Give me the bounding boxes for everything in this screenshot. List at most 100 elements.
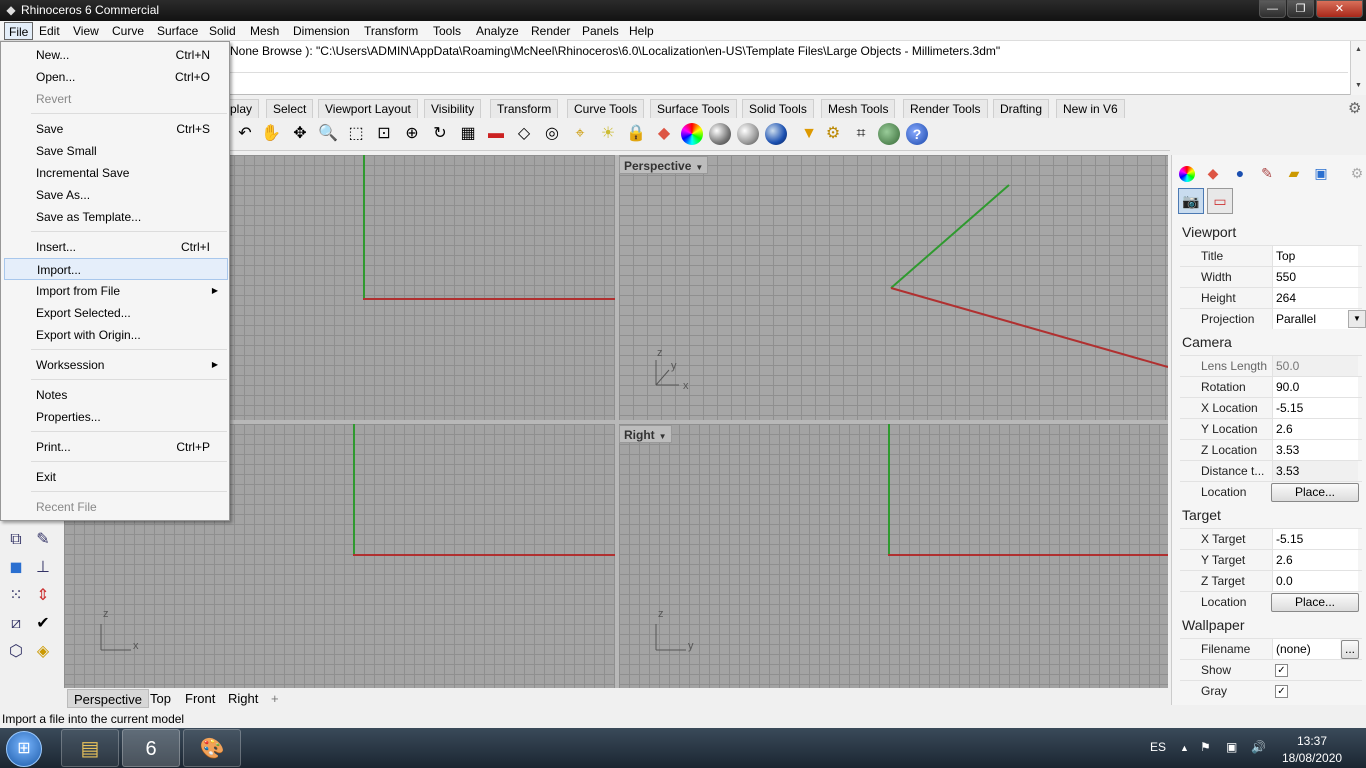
undo-icon[interactable]: ↶ xyxy=(234,123,256,145)
align-icon[interactable]: ⇕ xyxy=(31,584,55,608)
menu-help[interactable]: Help xyxy=(625,22,658,40)
rotate-view-icon[interactable]: ✥ xyxy=(289,123,311,145)
pan-hand-icon[interactable]: ✋ xyxy=(260,123,282,145)
tab-right[interactable]: Right xyxy=(222,689,264,708)
title-field[interactable]: Top xyxy=(1272,246,1358,266)
tab-solid-tools[interactable]: Solid Tools xyxy=(742,99,814,118)
menu-analyze[interactable]: Analyze xyxy=(472,22,523,40)
width-field[interactable]: 550 xyxy=(1272,267,1358,287)
tab-transform[interactable]: Transform xyxy=(490,99,559,118)
filename-field[interactable]: (none) xyxy=(1272,639,1340,659)
menu-mesh[interactable]: Mesh xyxy=(246,22,283,40)
xtarget-field[interactable]: -5.15 xyxy=(1272,529,1358,549)
menu-item-open[interactable]: Open... Ctrl+O xyxy=(4,66,228,88)
scroll-down-icon[interactable]: ▼ xyxy=(1351,77,1366,95)
rhino-taskbar-icon[interactable]: 6 xyxy=(122,729,180,767)
color-icon[interactable] xyxy=(1179,166,1195,182)
camera-place-button[interactable]: Place... xyxy=(1271,483,1359,502)
menu-item-save-as[interactable]: Save As... xyxy=(4,184,228,206)
start-button[interactable]: ⊞ xyxy=(6,731,42,767)
language-indicator[interactable]: ES xyxy=(1150,740,1166,754)
menu-render[interactable]: Render xyxy=(527,22,574,40)
menu-item-properties[interactable]: Properties... xyxy=(4,406,228,428)
rotation-field[interactable]: 90.0 xyxy=(1272,377,1358,397)
menu-item-import[interactable]: Import... xyxy=(4,258,228,280)
menu-item-export-selected[interactable]: Export Selected... xyxy=(4,302,228,324)
group-icon[interactable]: ⧉ xyxy=(4,528,28,552)
rendered-sphere-icon[interactable] xyxy=(737,123,759,145)
projection-select[interactable]: Parallel xyxy=(1272,309,1358,329)
tab-drafting[interactable]: Drafting xyxy=(993,99,1050,118)
viewport-frame-icon[interactable]: ▭ xyxy=(1207,188,1233,214)
tab-visibility[interactable]: Visibility xyxy=(424,99,482,118)
browse-button[interactable]: ... xyxy=(1341,640,1359,659)
help-panel-icon[interactable]: ▣ xyxy=(1310,162,1332,184)
menu-transform[interactable]: Transform xyxy=(360,22,422,40)
chevron-down-icon[interactable]: ▼ xyxy=(1348,310,1366,328)
maximize-button[interactable]: ❐ xyxy=(1287,0,1314,18)
panel-gear-icon[interactable]: ⚙ xyxy=(1346,162,1366,184)
close-button[interactable]: ✕ xyxy=(1316,0,1363,18)
menu-item-incremental-save[interactable]: Incremental Save xyxy=(4,162,228,184)
command-scrollbar[interactable]: ▲ ▼ xyxy=(1350,41,1366,95)
camera-icon[interactable]: 📷 xyxy=(1178,188,1204,214)
folder-panel-icon[interactable]: ▰ xyxy=(1283,162,1305,184)
show-checkbox[interactable]: ✓ xyxy=(1275,664,1288,677)
yloc-field[interactable]: 2.6 xyxy=(1272,419,1358,439)
right-viewport[interactable]: Right ▼ z y xyxy=(619,424,1168,688)
tab-render-tools[interactable]: Render Tools xyxy=(903,99,988,118)
menu-item-save-as-template[interactable]: Save as Template... xyxy=(4,206,228,228)
height-field[interactable]: 264 xyxy=(1272,288,1358,308)
array-icon[interactable]: ⁙ xyxy=(4,584,28,608)
menu-item-exit[interactable]: Exit xyxy=(4,466,228,488)
solid-icon[interactable]: ⬡ xyxy=(4,640,28,664)
menu-item-save-small[interactable]: Save Small xyxy=(4,140,228,162)
box-icon[interactable]: ◼ xyxy=(4,556,28,580)
lights-icon[interactable]: ☀ xyxy=(597,123,619,145)
file-explorer-icon[interactable]: ▤ xyxy=(61,729,119,767)
scroll-up-icon[interactable]: ▲ xyxy=(1351,41,1366,59)
color-wheel-icon[interactable] xyxy=(681,123,703,145)
environment-panel-icon[interactable]: ● xyxy=(1229,162,1251,184)
filter-icon[interactable]: ▼ xyxy=(798,123,820,145)
dimension-icon[interactable]: ⊥ xyxy=(31,556,55,580)
menu-item-save[interactable]: Save Ctrl+S xyxy=(4,118,228,140)
tab-mesh-tools[interactable]: Mesh Tools xyxy=(821,99,896,118)
target-place-button[interactable]: Place... xyxy=(1271,593,1359,612)
settings-gear-icon[interactable]: ⚙ xyxy=(1348,99,1361,117)
menu-item-notes[interactable]: Notes xyxy=(4,384,228,406)
zoom-window-icon[interactable]: ⬚ xyxy=(345,123,367,145)
menu-panels[interactable]: Panels xyxy=(578,22,623,40)
globe-icon[interactable] xyxy=(878,123,900,145)
paint-icon[interactable]: 🎨 xyxy=(183,729,241,767)
flag-icon[interactable]: ⚑ xyxy=(1200,740,1211,754)
tab-top[interactable]: Top xyxy=(144,689,177,708)
car-icon[interactable]: ▬ xyxy=(485,123,507,145)
tab-curve-tools[interactable]: Curve Tools xyxy=(567,99,645,118)
command-prompt-line[interactable] xyxy=(230,72,1348,73)
volume-icon[interactable]: 🔊 xyxy=(1251,740,1266,754)
named-view-icon[interactable]: ◇ xyxy=(513,123,535,145)
tab-front[interactable]: Front xyxy=(179,689,221,708)
gears-icon[interactable]: ⚙ xyxy=(822,123,844,145)
blue-sphere-icon[interactable] xyxy=(765,123,787,145)
check-icon[interactable]: ✔ xyxy=(31,612,55,636)
menu-file[interactable]: File xyxy=(4,22,34,40)
clock-time[interactable]: 13:37 xyxy=(1297,734,1327,748)
clock-date[interactable]: 18/08/2020 xyxy=(1282,751,1342,765)
ztarget-field[interactable]: 0.0 xyxy=(1272,571,1358,591)
point-icon[interactable]: ⌖ xyxy=(569,123,591,145)
tab-new-in-v6[interactable]: New in V6 xyxy=(1056,99,1125,118)
select-icon[interactable]: ⌗ xyxy=(850,123,872,145)
menu-item-import-from-file[interactable]: Import from File ▶ xyxy=(4,280,228,302)
menu-item-insert[interactable]: Insert... Ctrl+I xyxy=(4,236,228,258)
help-icon[interactable]: ? xyxy=(906,123,928,145)
rotate-camera-icon[interactable]: ↻ xyxy=(429,123,451,145)
minimize-button[interactable]: — xyxy=(1259,0,1286,18)
tab-perspective[interactable]: Perspective xyxy=(67,689,149,708)
menu-curve[interactable]: Curve xyxy=(108,22,148,40)
zoom-icon[interactable]: 🔍 xyxy=(317,123,339,145)
four-viewports-icon[interactable]: ▦ xyxy=(457,123,479,145)
gray-checkbox[interactable]: ✓ xyxy=(1275,685,1288,698)
zoom-extents-icon[interactable]: ⊡ xyxy=(373,123,395,145)
